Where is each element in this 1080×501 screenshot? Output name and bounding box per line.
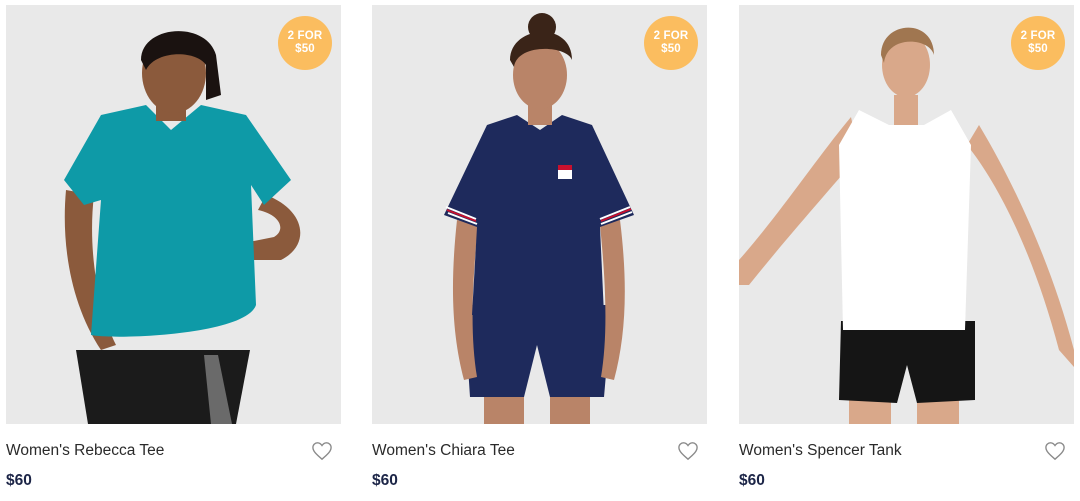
product-name[interactable]: Women's Rebecca Tee	[6, 442, 164, 460]
promo-badge-line1: 2 FOR	[653, 30, 689, 42]
promo-badge-line1: 2 FOR	[1020, 30, 1056, 42]
model-photo-illustration	[739, 27, 1074, 424]
promo-badge-line2: $50	[295, 43, 315, 55]
promo-badge-line2: $50	[1028, 43, 1048, 55]
product-card-rebecca-tee[interactable]: 2 FOR $50 Women's Rebecca Tee $60	[6, 5, 341, 501]
heart-outline-icon[interactable]	[1044, 441, 1066, 461]
promo-badge-line1: 2 FOR	[287, 30, 323, 42]
promo-badge: 2 FOR $50	[644, 16, 698, 70]
product-card-spencer-tank[interactable]: 2 FOR $50 Women's Spencer Tank $60	[739, 5, 1074, 501]
promo-badge-line2: $50	[661, 43, 681, 55]
promo-badge: 2 FOR $50	[1011, 16, 1065, 70]
promo-badge: 2 FOR $50	[278, 16, 332, 70]
product-name[interactable]: Women's Chiara Tee	[372, 442, 515, 460]
product-price: $60	[6, 472, 32, 489]
product-name[interactable]: Women's Spencer Tank	[739, 442, 902, 460]
product-image[interactable]: 2 FOR $50	[372, 5, 707, 424]
heart-outline-icon[interactable]	[311, 441, 333, 461]
model-photo-illustration	[444, 13, 634, 424]
model-photo-illustration	[64, 31, 301, 424]
product-price: $60	[372, 472, 398, 489]
heart-outline-icon[interactable]	[677, 441, 699, 461]
product-image[interactable]: 2 FOR $50	[6, 5, 341, 424]
product-price: $60	[739, 472, 765, 489]
product-card-chiara-tee[interactable]: 2 FOR $50 Women's Chiara Tee $60	[372, 5, 707, 501]
product-image[interactable]: 2 FOR $50	[739, 5, 1074, 424]
